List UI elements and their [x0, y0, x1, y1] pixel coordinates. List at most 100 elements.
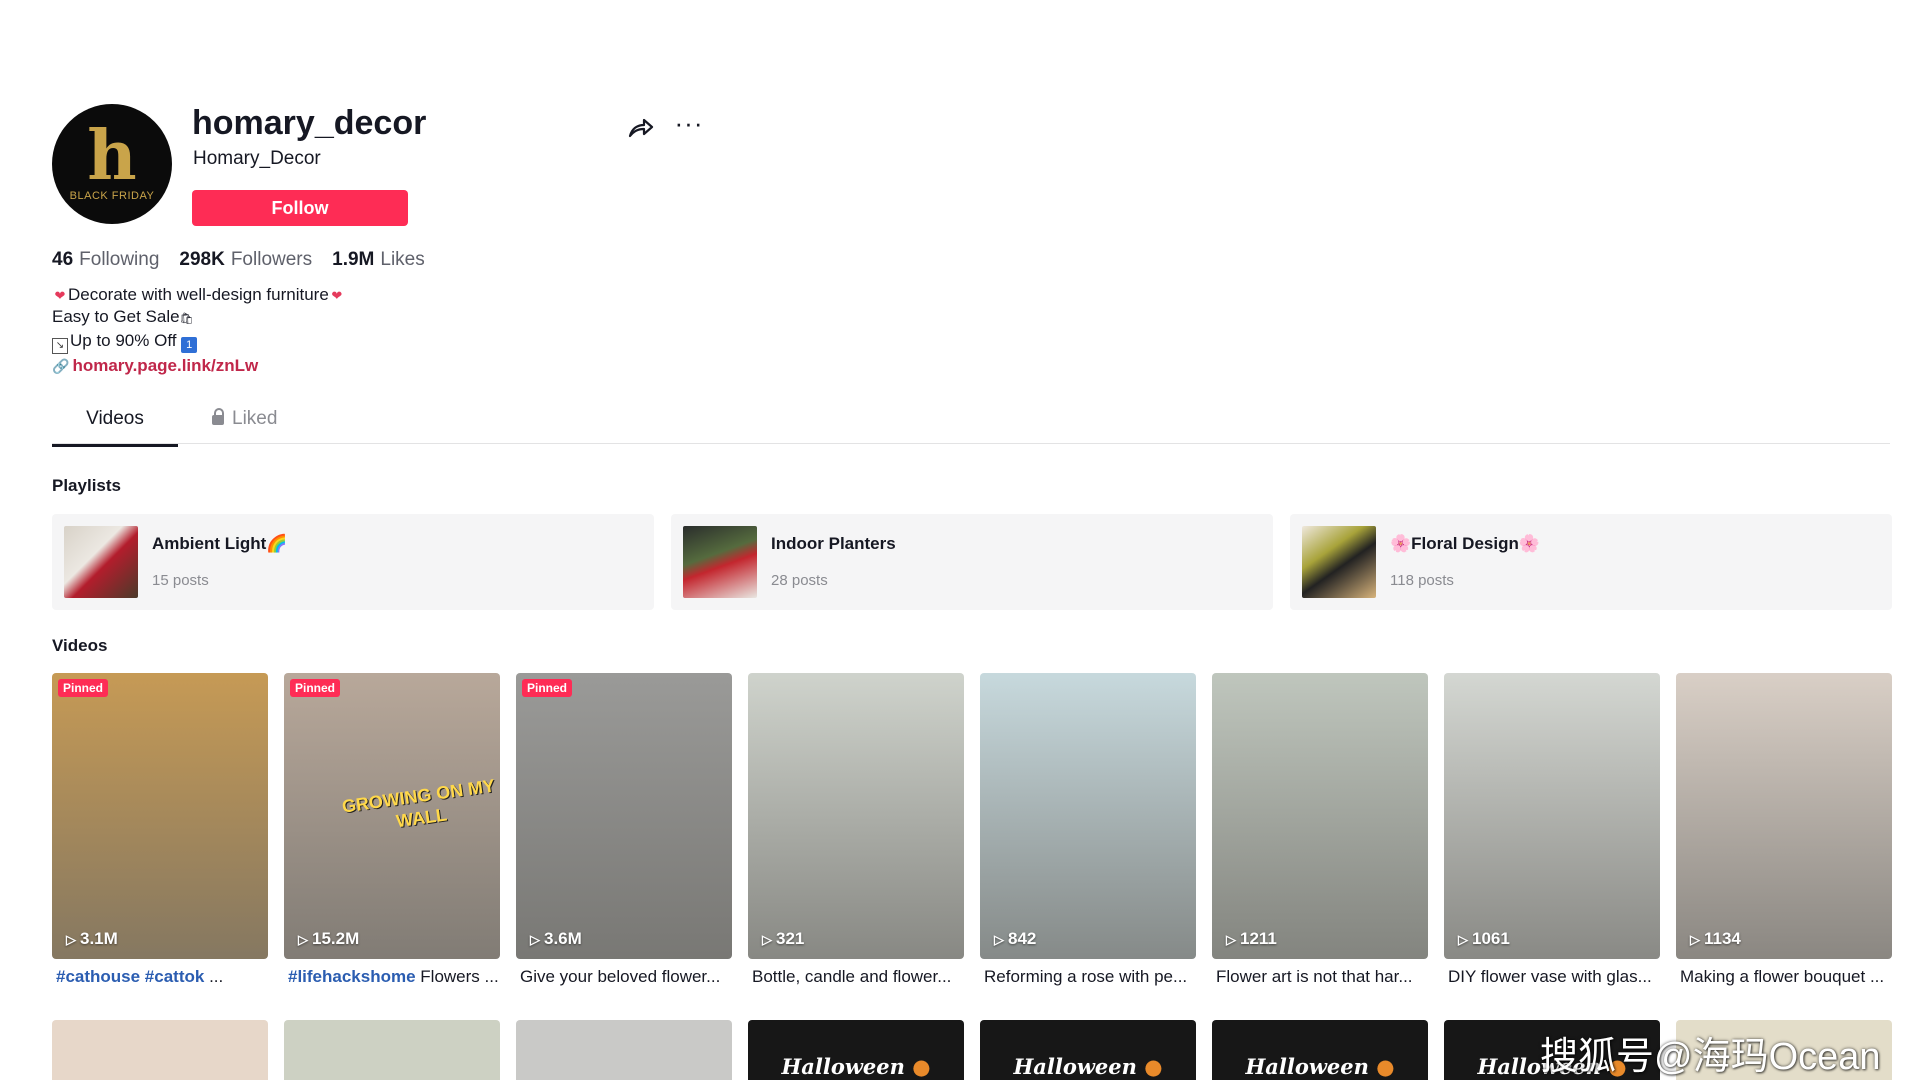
play-icon: ▷	[1690, 932, 1700, 947]
video-hashtag[interactable]: #lifehackshome	[288, 967, 416, 986]
video-thumbnail: ▷ 1134	[1676, 673, 1892, 959]
stat-following[interactable]: 46 Following	[52, 249, 159, 271]
video-card[interactable]: Halloween ●	[748, 1020, 964, 1080]
playlists-heading: Playlists	[52, 476, 121, 495]
tab-liked[interactable]: Liked	[212, 408, 277, 430]
videos-heading: Videos	[52, 636, 108, 655]
stat-followers-label: Followers	[230, 249, 313, 270]
view-count-value: 842	[1008, 929, 1037, 948]
view-count-value: 3.6M	[544, 929, 582, 948]
view-count-value: 1211	[1240, 929, 1277, 948]
video-card[interactable]: Pinned ▷ 3.1M #cathouse #cattok ...	[52, 673, 268, 987]
view-count: ▷ 842	[994, 929, 1036, 949]
video-caption[interactable]: #lifehackshome Flowers ...	[284, 967, 500, 987]
view-count-value: 3.1M	[80, 929, 118, 948]
video-card[interactable]: Halloween ●	[1212, 1020, 1428, 1080]
playlist-thumbnail	[64, 526, 138, 598]
video-card[interactable]: ▷ 842 Reforming a rose with pe...	[980, 673, 1196, 987]
view-count-value: 321	[776, 929, 805, 948]
play-icon: ▷	[66, 932, 76, 947]
video-hashtag[interactable]: #cathouse #cattok	[56, 967, 204, 986]
video-card[interactable]	[516, 1020, 732, 1080]
video-thumbnail: Pinned GROWING ON MY WALL ▷ 15.2M	[284, 673, 500, 959]
video-card[interactable]	[284, 1020, 500, 1080]
video-caption[interactable]: Making a flower bouquet ...	[1676, 967, 1892, 987]
playlist-card[interactable]: 🌸Floral Design🌸 118 posts	[1290, 514, 1892, 610]
playlist-card[interactable]: Indoor Planters 28 posts	[671, 514, 1273, 610]
profile-bio: ❤ Decorate with well-design furniture ❤ Ea…	[52, 284, 345, 354]
video-caption-text: Flower art is not that har...	[1216, 967, 1413, 986]
play-icon: ▷	[1226, 932, 1236, 947]
profile-link-text: homary.page.link/znLw	[72, 356, 259, 375]
lock-icon	[212, 408, 224, 425]
tabs-divider	[52, 443, 1890, 444]
view-count: ▷ 1211	[1226, 929, 1277, 949]
video-caption[interactable]: Reforming a rose with pe...	[980, 967, 1196, 987]
stat-followers[interactable]: 298K Followers	[179, 249, 312, 271]
heart-icon: ❤	[54, 288, 66, 303]
avatar-caption: BLACK FRIDAY	[69, 190, 155, 202]
bio-line-3: Up to 90% Off	[70, 331, 177, 350]
halloween-title-text: Halloween	[1013, 1054, 1137, 1079]
video-card[interactable]: Pinned GROWING ON MY WALL ▷ 15.2M #lifehacks…	[284, 673, 500, 987]
video-thumbnail: Pinned ▷ 3.6M	[516, 673, 732, 959]
number-one-icon: 1	[181, 337, 198, 353]
avatar[interactable]: h BLACK FRIDAY	[52, 104, 172, 224]
stat-likes: 1.9M Likes	[332, 249, 425, 271]
bio-line: Easy to Get Sale🛍	[52, 306, 345, 330]
heart-icon: ❤	[331, 288, 343, 303]
video-caption[interactable]: DIY flower vase with glas...	[1444, 967, 1660, 987]
halloween-title-text: Halloween	[781, 1054, 905, 1079]
playlist-title: Ambient Light🌈	[152, 534, 288, 553]
play-icon: ▷	[530, 932, 540, 947]
follow-button[interactable]: Follow	[192, 190, 408, 226]
profile-link[interactable]: 🔗 homary.page.link/znLw	[52, 356, 258, 376]
halloween-title: Halloween ●	[748, 1054, 964, 1079]
video-card[interactable]: ▷ 1211 Flower art is not that har...	[1212, 673, 1428, 987]
watermark-text: 搜狐号@海玛Ocean	[1540, 1036, 1881, 1078]
video-caption[interactable]: Flower art is not that har...	[1212, 967, 1428, 987]
playlist-count: 28 posts	[771, 572, 828, 589]
shopping-bag-icon: 🛍	[179, 313, 194, 325]
pinned-badge: Pinned	[58, 679, 109, 697]
tab-videos-label: Videos	[86, 408, 144, 429]
thumbnail-overlay-text: GROWING ON MY WALL	[340, 775, 497, 832]
profile-stats: 46 Following 298K Followers 1.9M Likes	[52, 249, 425, 271]
play-icon: ▷	[762, 932, 772, 947]
video-caption-text: Making a flower bouquet ...	[1680, 967, 1885, 986]
more-options-icon[interactable]: ···	[672, 110, 706, 142]
video-caption-text: Reforming a rose with pe...	[984, 967, 1188, 986]
video-caption[interactable]: Bottle, candle and flower...	[748, 967, 964, 987]
stat-followers-value: 298K	[179, 249, 225, 270]
bio-line: ❤ Decorate with well-design furniture ❤	[52, 284, 345, 306]
video-thumbnail: ▷ 1211	[1212, 673, 1428, 959]
stat-following-label: Following	[79, 249, 160, 270]
share-icon[interactable]	[626, 114, 656, 144]
view-count-value: 1134	[1704, 929, 1741, 948]
avatar-logo-glyph: h	[87, 116, 137, 196]
pinned-badge: Pinned	[290, 679, 341, 697]
play-icon: ▷	[994, 932, 1004, 947]
stat-likes-label: Likes	[380, 249, 425, 270]
video-card[interactable]	[52, 1020, 268, 1080]
view-count: ▷ 3.1M	[66, 929, 118, 949]
video-card[interactable]: Halloween ●	[980, 1020, 1196, 1080]
playlist-title: Indoor Planters	[771, 534, 896, 553]
video-caption-text: Bottle, candle and flower...	[752, 967, 952, 986]
halloween-title-text: Halloween	[1245, 1054, 1369, 1079]
pinned-badge: Pinned	[522, 679, 573, 697]
video-card[interactable]: ▷ 1134 Making a flower bouquet ...	[1676, 673, 1892, 987]
tab-videos[interactable]: Videos	[52, 408, 178, 447]
profile-username: homary_decor	[192, 104, 427, 142]
playlist-count: 15 posts	[152, 572, 209, 589]
video-caption[interactable]: Give your beloved flower...	[516, 967, 732, 987]
playlist-title: 🌸Floral Design🌸	[1390, 534, 1541, 553]
video-card[interactable]: Pinned ▷ 3.6M Give your beloved flower...	[516, 673, 732, 987]
playlist-thumbnail	[1302, 526, 1376, 598]
pumpkin-icon: ●	[1368, 1054, 1395, 1079]
video-card[interactable]: ▷ 321 Bottle, candle and flower...	[748, 673, 964, 987]
stat-following-value: 46	[52, 249, 74, 270]
playlist-card[interactable]: Ambient Light🌈 15 posts	[52, 514, 654, 610]
video-caption[interactable]: #cathouse #cattok ...	[52, 967, 268, 987]
video-card[interactable]: ▷ 1061 DIY flower vase with glas...	[1444, 673, 1660, 987]
